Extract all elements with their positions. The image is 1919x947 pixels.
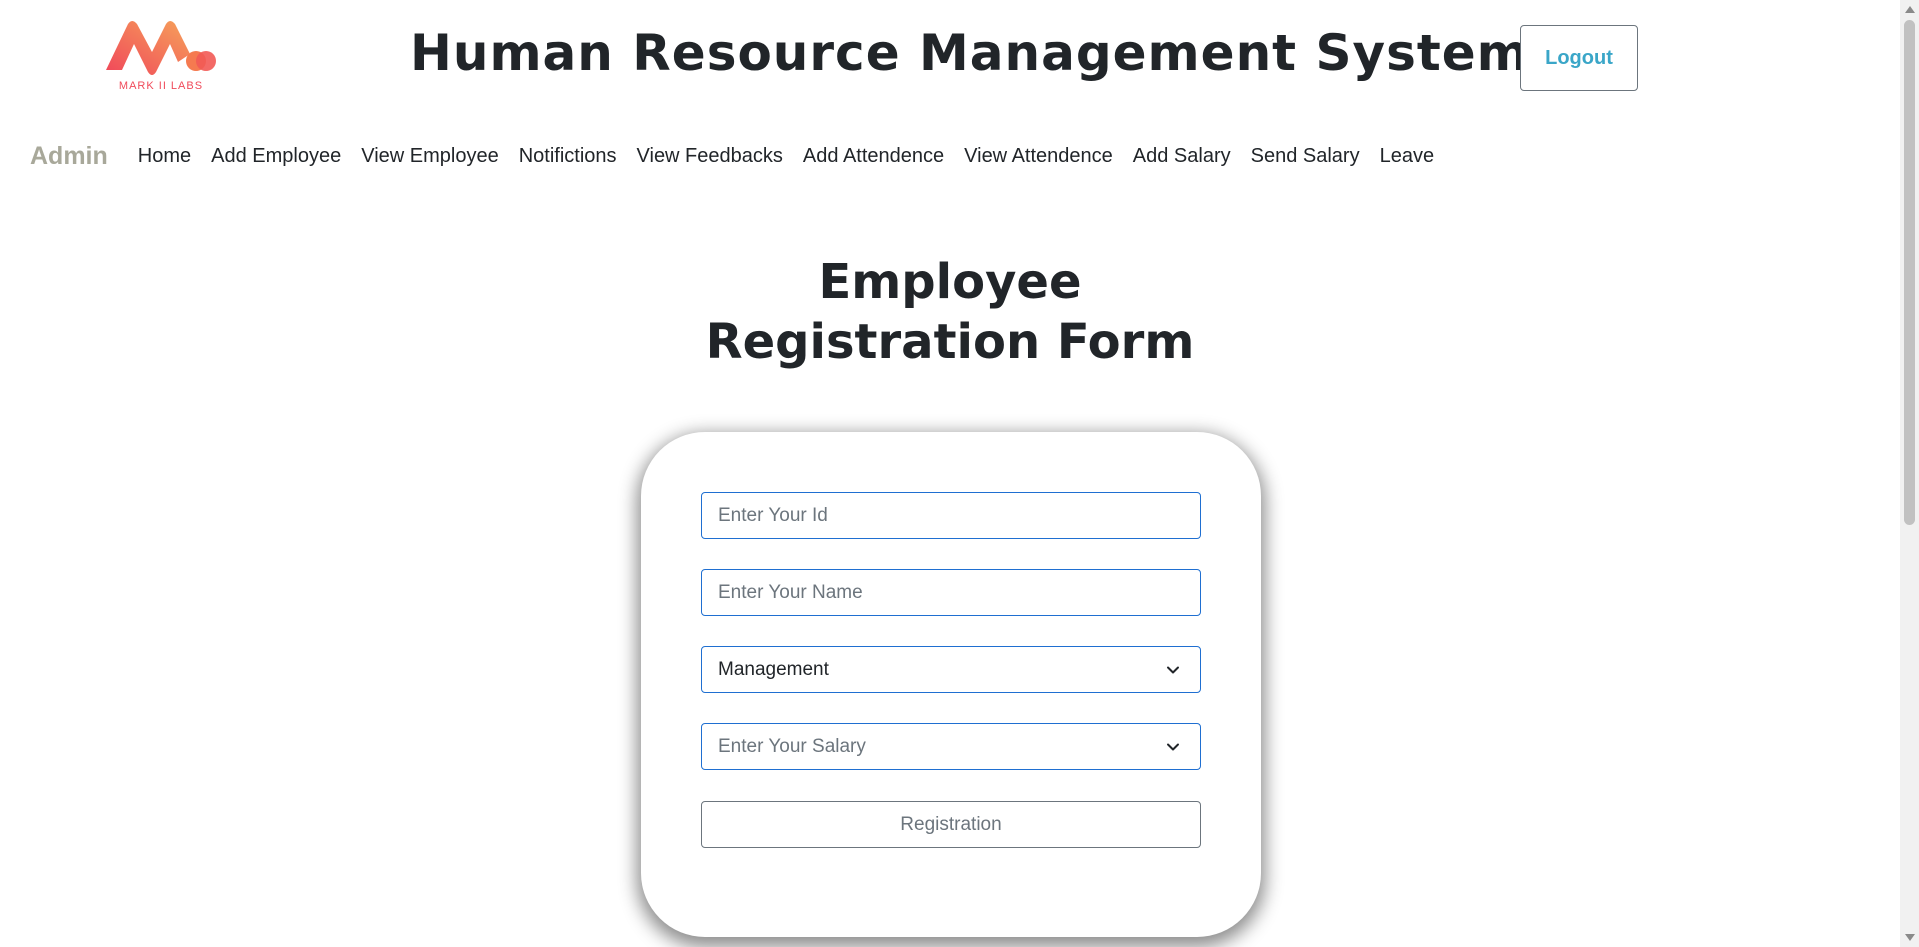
nav-item-add-salary[interactable]: Add Salary xyxy=(1133,145,1231,168)
nav-item-add-attendence[interactable]: Add Attendence xyxy=(803,145,944,168)
logo-text: MARK II LABS xyxy=(118,80,204,92)
scrollbar-thumb[interactable] xyxy=(1904,20,1915,525)
nav-item-view-attendence[interactable]: View Attendence xyxy=(964,145,1113,168)
form-title: Employee Registration Form xyxy=(0,252,1900,372)
nav-item-view-feedbacks[interactable]: View Feedbacks xyxy=(637,145,783,168)
nav-item-add-employee[interactable]: Add Employee xyxy=(211,145,341,168)
app-title: Human Resource Management System xyxy=(410,24,1530,82)
chevron-down-icon xyxy=(1167,666,1179,673)
form-title-line1: Employee xyxy=(818,254,1082,310)
company-logo[interactable]: MARK II LABS xyxy=(104,18,218,94)
department-select[interactable]: Management xyxy=(701,646,1201,693)
nav-item-leave[interactable]: Leave xyxy=(1380,145,1435,168)
salary-select[interactable]: Enter Your Salary xyxy=(701,723,1201,770)
page: MARK II LABS Human Resource Management S… xyxy=(0,0,1900,947)
employee-id-input[interactable] xyxy=(701,492,1201,539)
scroll-up-arrow-icon[interactable] xyxy=(1905,6,1915,13)
employee-name-input[interactable] xyxy=(701,569,1201,616)
nav-item-view-employee[interactable]: View Employee xyxy=(361,145,498,168)
nav-item-notifications[interactable]: Notifictions xyxy=(519,145,617,168)
department-select-value: Management xyxy=(718,658,829,680)
vertical-scrollbar[interactable] xyxy=(1900,0,1919,947)
chevron-down-icon xyxy=(1167,743,1179,750)
navbar-brand[interactable]: Admin xyxy=(30,142,108,171)
salary-select-placeholder: Enter Your Salary xyxy=(718,735,866,757)
nav-item-send-salary[interactable]: Send Salary xyxy=(1251,145,1360,168)
scroll-down-arrow-icon[interactable] xyxy=(1905,934,1915,941)
registration-button[interactable]: Registration xyxy=(701,801,1201,848)
nav-item-home[interactable]: Home xyxy=(138,145,191,168)
logout-button[interactable]: Logout xyxy=(1520,25,1638,91)
form-title-line2: Registration Form xyxy=(705,314,1195,370)
logo-mark-icon xyxy=(106,21,216,75)
navbar: Admin Home Add Employee View Employee No… xyxy=(30,142,1454,171)
registration-form-card: Management Enter Your Salary Registratio… xyxy=(641,432,1261,937)
